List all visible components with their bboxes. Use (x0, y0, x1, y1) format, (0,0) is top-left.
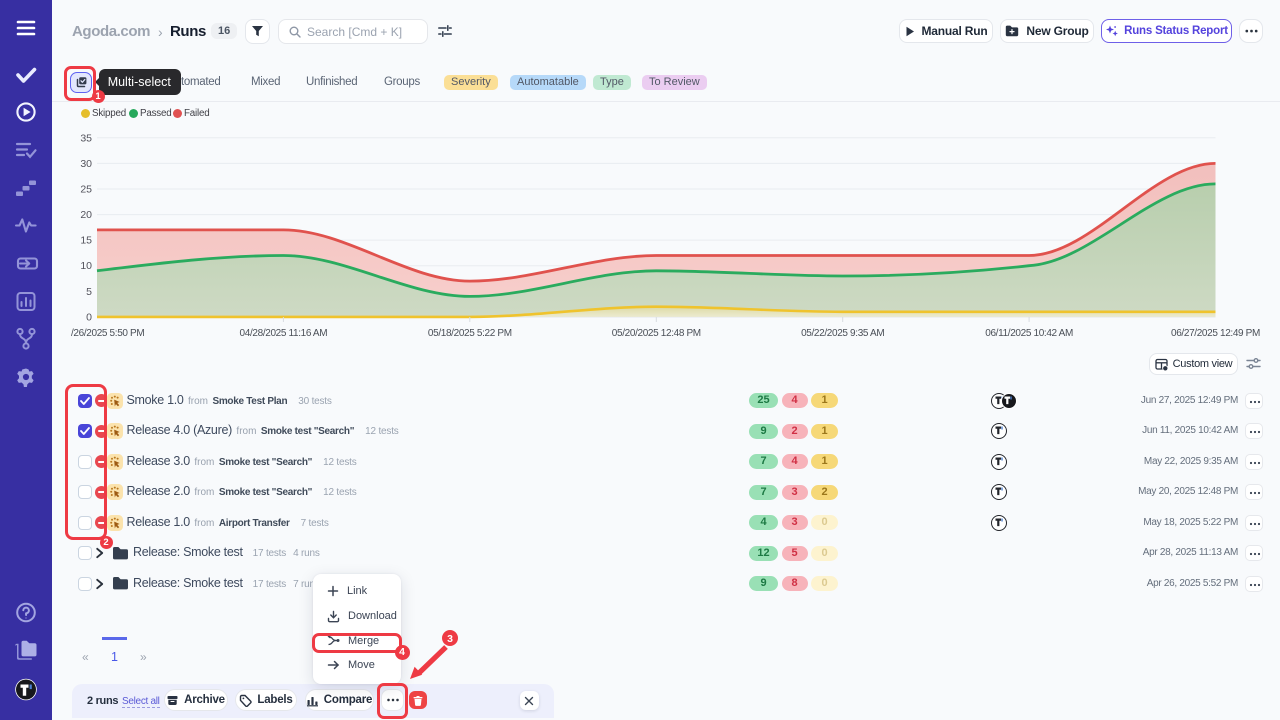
svg-text:05/18/2025 5:22 PM: 05/18/2025 5:22 PM (428, 328, 512, 339)
svg-text:3: 3 (447, 633, 453, 645)
svg-text:20: 20 (80, 209, 92, 221)
svg-text:05/20/2025 12:48 PM: 05/20/2025 12:48 PM (612, 328, 701, 339)
svg-text:05/22/2025 9:35 AM: 05/22/2025 9:35 AM (801, 328, 884, 339)
svg-text:25: 25 (80, 184, 92, 196)
svg-text:15: 15 (80, 235, 92, 247)
svg-text:/26/2025 5:50 PM: /26/2025 5:50 PM (71, 328, 144, 339)
svg-text:30: 30 (80, 158, 92, 170)
svg-text:04/28/2025 11:16 AM: 04/28/2025 11:16 AM (240, 328, 328, 339)
svg-text:06/27/2025 12:49 PM: 06/27/2025 12:49 PM (1171, 328, 1260, 339)
svg-text:35: 35 (80, 132, 92, 144)
svg-text:06/11/2025 10:42 AM: 06/11/2025 10:42 AM (985, 328, 1073, 339)
svg-text:0: 0 (86, 311, 92, 323)
svg-text:5: 5 (86, 286, 92, 298)
svg-text:10: 10 (80, 260, 92, 272)
